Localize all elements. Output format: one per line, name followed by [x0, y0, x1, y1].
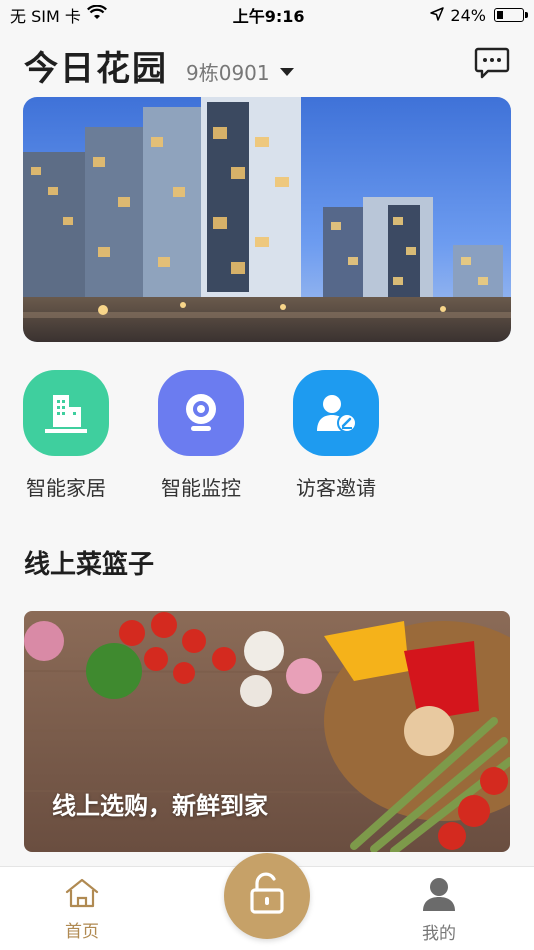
caret-down-icon [279, 68, 294, 76]
home-icon [64, 877, 100, 913]
chat-bubble-icon[interactable] [474, 47, 510, 83]
header-left: 今日花园 9栋0901 [24, 41, 294, 90]
page-title: 今日花园 [24, 48, 168, 89]
building-icon [23, 370, 109, 456]
battery-percent: 24% [450, 5, 486, 25]
feature-smart-monitor[interactable]: 智能监控 [157, 370, 245, 501]
feature-visitor-invite[interactable]: 访客邀请 [292, 370, 380, 501]
tab-label: 我的 [422, 924, 456, 944]
section-title: 线上菜篮子 [24, 550, 155, 580]
carrier-label: 无 SIM 卡 [10, 7, 81, 26]
grocery-banner[interactable]: 线上选购，新鲜到家 [24, 611, 510, 852]
status-left: 无 SIM 卡 [10, 3, 107, 27]
hero-banner[interactable] [23, 97, 511, 342]
feature-smart-home[interactable]: 智能家居 [22, 370, 110, 501]
header: 今日花园 9栋0901 [24, 40, 510, 90]
tab-label: 首页 [65, 922, 99, 942]
user-icon [421, 877, 457, 915]
feature-label: 智能家居 [26, 476, 106, 500]
status-right: 24% [430, 5, 528, 25]
camera-icon [158, 370, 244, 456]
tab-me[interactable]: 我的 [421, 877, 457, 944]
feature-grid: 智能家居 智能监控 访客邀请 [22, 370, 380, 501]
apartment-image [23, 97, 511, 342]
status-time: 上午9:16 [232, 7, 305, 26]
building-selector[interactable]: 9栋0901 [186, 57, 294, 86]
wifi-icon [86, 4, 107, 25]
location-arrow-icon [430, 6, 445, 25]
tab-home[interactable]: 首页 [64, 877, 100, 942]
status-bar: 无 SIM 卡 上午9:16 24% [0, 0, 534, 30]
unlock-icon [247, 872, 287, 920]
building-label: 9栋0901 [186, 60, 270, 85]
battery-icon [493, 8, 528, 22]
feature-label: 智能监控 [161, 476, 241, 500]
unlock-button[interactable] [224, 853, 310, 939]
banner-caption: 线上选购，新鲜到家 [52, 792, 268, 820]
visitor-icon [293, 370, 379, 456]
feature-label: 访客邀请 [296, 476, 376, 500]
